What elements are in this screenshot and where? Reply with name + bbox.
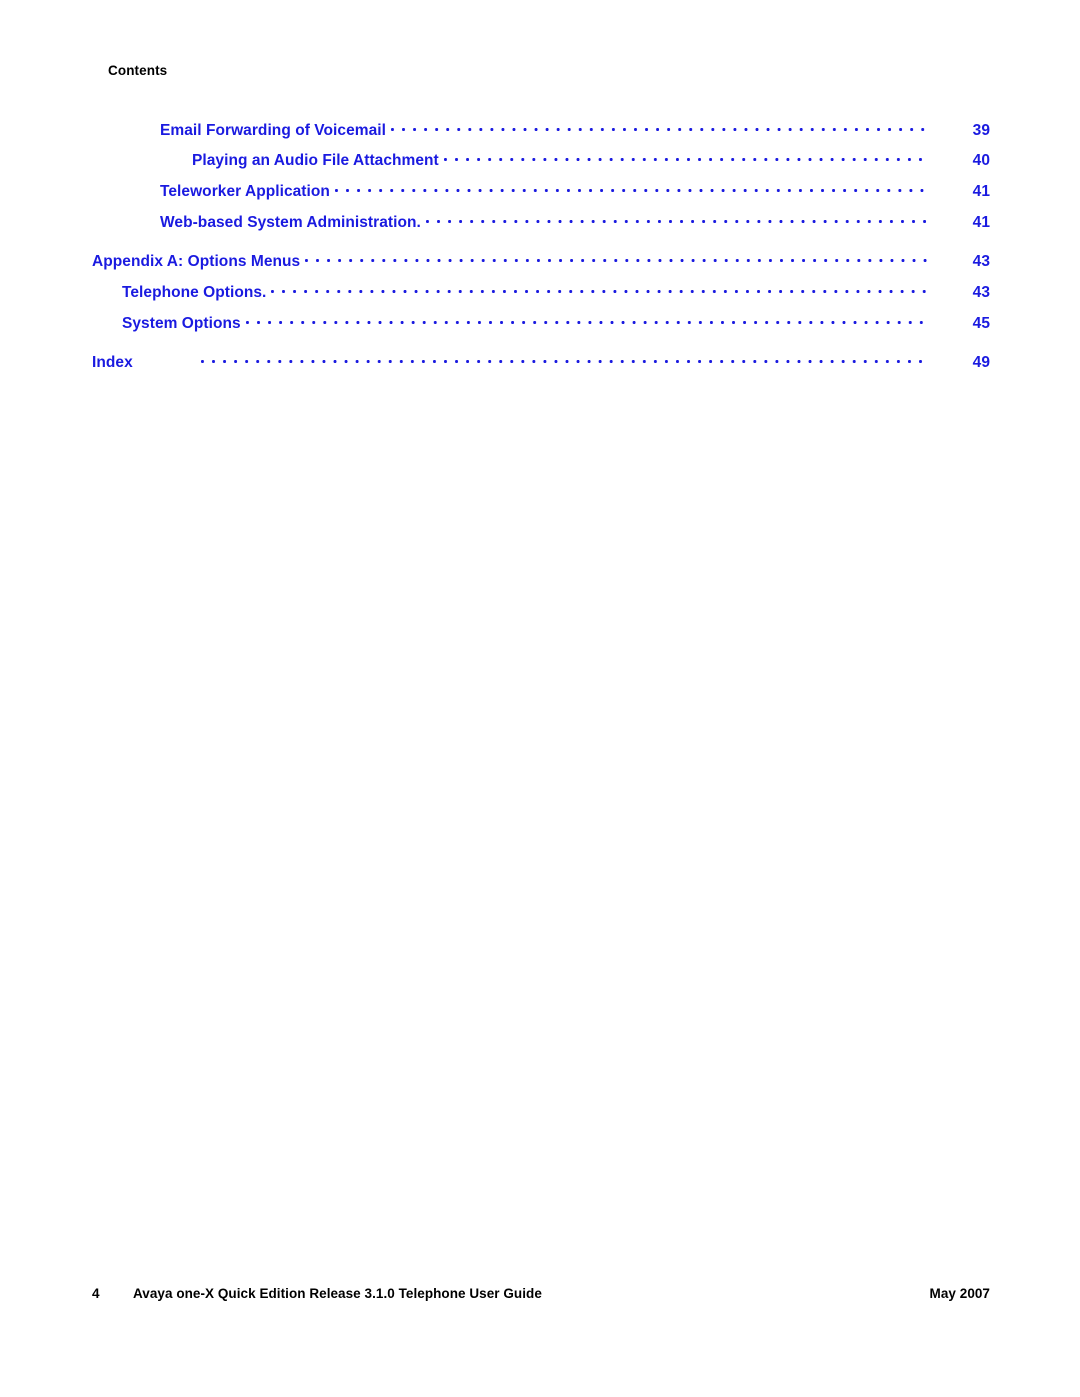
toc-entry[interactable]: Web-based System Administration. 41 <box>92 211 990 242</box>
toc-entry[interactable]: System Options 45 <box>92 312 990 343</box>
toc-dot-leader <box>425 211 928 227</box>
footer-document-title: Avaya one-X Quick Edition Release 3.1.0 … <box>133 1286 542 1301</box>
toc-entry[interactable]: Appendix A: Options Menus 43 <box>92 251 990 282</box>
toc-entry-title: Telephone Options. <box>122 283 267 301</box>
toc-dot-leader <box>443 150 928 166</box>
toc-entry-title: Teleworker Application <box>160 183 330 201</box>
toc-dot-leader <box>245 312 928 328</box>
toc-entry-page-number: 43 <box>972 253 990 271</box>
toc-dot-leader <box>334 181 928 197</box>
toc-entry-title: Appendix A: Options Menus <box>92 253 301 271</box>
toc-entry-page-number: 41 <box>972 183 990 201</box>
toc-dot-leader <box>271 281 928 297</box>
toc-entry-page-number: 40 <box>972 152 990 170</box>
toc-entry-page-number: 45 <box>972 314 990 332</box>
table-of-contents: Email Forwarding of Voicemail 39 Playing a… <box>92 119 990 382</box>
toc-entry-page-number: 43 <box>972 283 990 301</box>
toc-entry-page-number: 41 <box>972 213 990 231</box>
toc-entry-title: Index <box>92 354 133 372</box>
toc-entry-page-number: 49 <box>972 354 990 372</box>
document-page: Contents Email Forwarding of Voicemail 39… <box>0 0 1080 1397</box>
running-head: Contents <box>108 63 168 78</box>
page-footer: 4 Avaya one-X Quick Edition Release 3.1.… <box>92 1286 990 1306</box>
toc-entry-title: System Options <box>122 314 241 332</box>
footer-date: May 2007 <box>929 1286 990 1301</box>
toc-entry[interactable]: Index 49 <box>92 352 990 383</box>
toc-entry-title: Email Forwarding of Voicemail <box>160 121 386 139</box>
footer-page-number: 4 <box>92 1286 100 1301</box>
toc-entry[interactable]: Playing an Audio File Attachment 40 <box>92 150 990 181</box>
toc-entry[interactable]: Telephone Options. 43 <box>92 281 990 312</box>
toc-dot-leader <box>390 119 928 135</box>
toc-dot-leader <box>305 251 928 267</box>
toc-entry-title: Playing an Audio File Attachment <box>192 152 439 170</box>
toc-entry[interactable]: Teleworker Application 41 <box>92 181 990 212</box>
toc-entry-title: Web-based System Administration. <box>160 213 421 231</box>
toc-dot-leader <box>200 352 928 368</box>
toc-entry-page-number: 39 <box>972 121 990 139</box>
toc-entry[interactable]: Email Forwarding of Voicemail 39 <box>92 119 990 150</box>
